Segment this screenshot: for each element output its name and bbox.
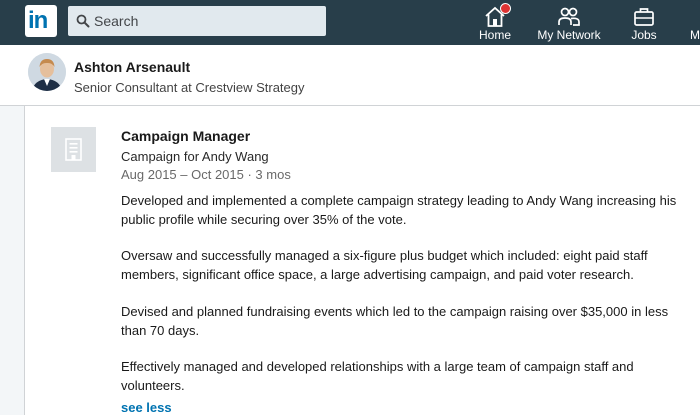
network-icon — [558, 7, 580, 26]
search-input[interactable] — [94, 6, 314, 36]
logo-text: in — [28, 7, 48, 34]
date-range: Aug 2015 – Oct 2015 · 3 mos — [121, 167, 291, 182]
company-name[interactable]: Campaign for Andy Wang — [121, 149, 269, 164]
avatar[interactable] — [28, 53, 66, 91]
description-paragraph: Oversaw and successfully managed a six-f… — [121, 248, 648, 282]
jobs-icon — [634, 8, 654, 26]
nav-item-my-network[interactable]: My Network — [534, 0, 604, 45]
nav-item-messaging[interactable]: M — [686, 0, 700, 45]
search-icon — [76, 14, 90, 28]
linkedin-logo[interactable]: in — [25, 5, 57, 37]
company-logo-placeholder[interactable] — [51, 127, 96, 172]
nav-label-my-network: My Network — [537, 28, 601, 42]
notification-badge — [500, 3, 511, 14]
profile-headline: Senior Consultant at Crestview Strategy — [74, 80, 305, 95]
description-paragraph: Devised and planned fundraising events w… — [121, 304, 669, 338]
nav-item-jobs[interactable]: Jobs — [622, 0, 666, 45]
search-box[interactable] — [68, 6, 326, 36]
description-paragraph: Developed and implemented a complete cam… — [121, 193, 677, 227]
nav-label-jobs: Jobs — [631, 28, 657, 42]
profile-name[interactable]: Ashton Arsenault — [74, 59, 190, 75]
nav-label-home: Home — [478, 28, 511, 42]
nav-label-messaging: M — [690, 28, 700, 42]
job-title: Campaign Manager — [121, 128, 251, 144]
profile-photo — [28, 53, 66, 91]
top-nav-bar: in Home My Network Jobs — [0, 0, 700, 45]
description-paragraph: Effectively managed and developed relati… — [121, 359, 634, 393]
nav-item-home[interactable]: Home — [466, 0, 524, 45]
building-icon — [65, 138, 82, 161]
profile-header: Ashton Arsenault Senior Consultant at Cr… — [0, 45, 700, 106]
see-less-link[interactable]: see less — [121, 400, 172, 415]
